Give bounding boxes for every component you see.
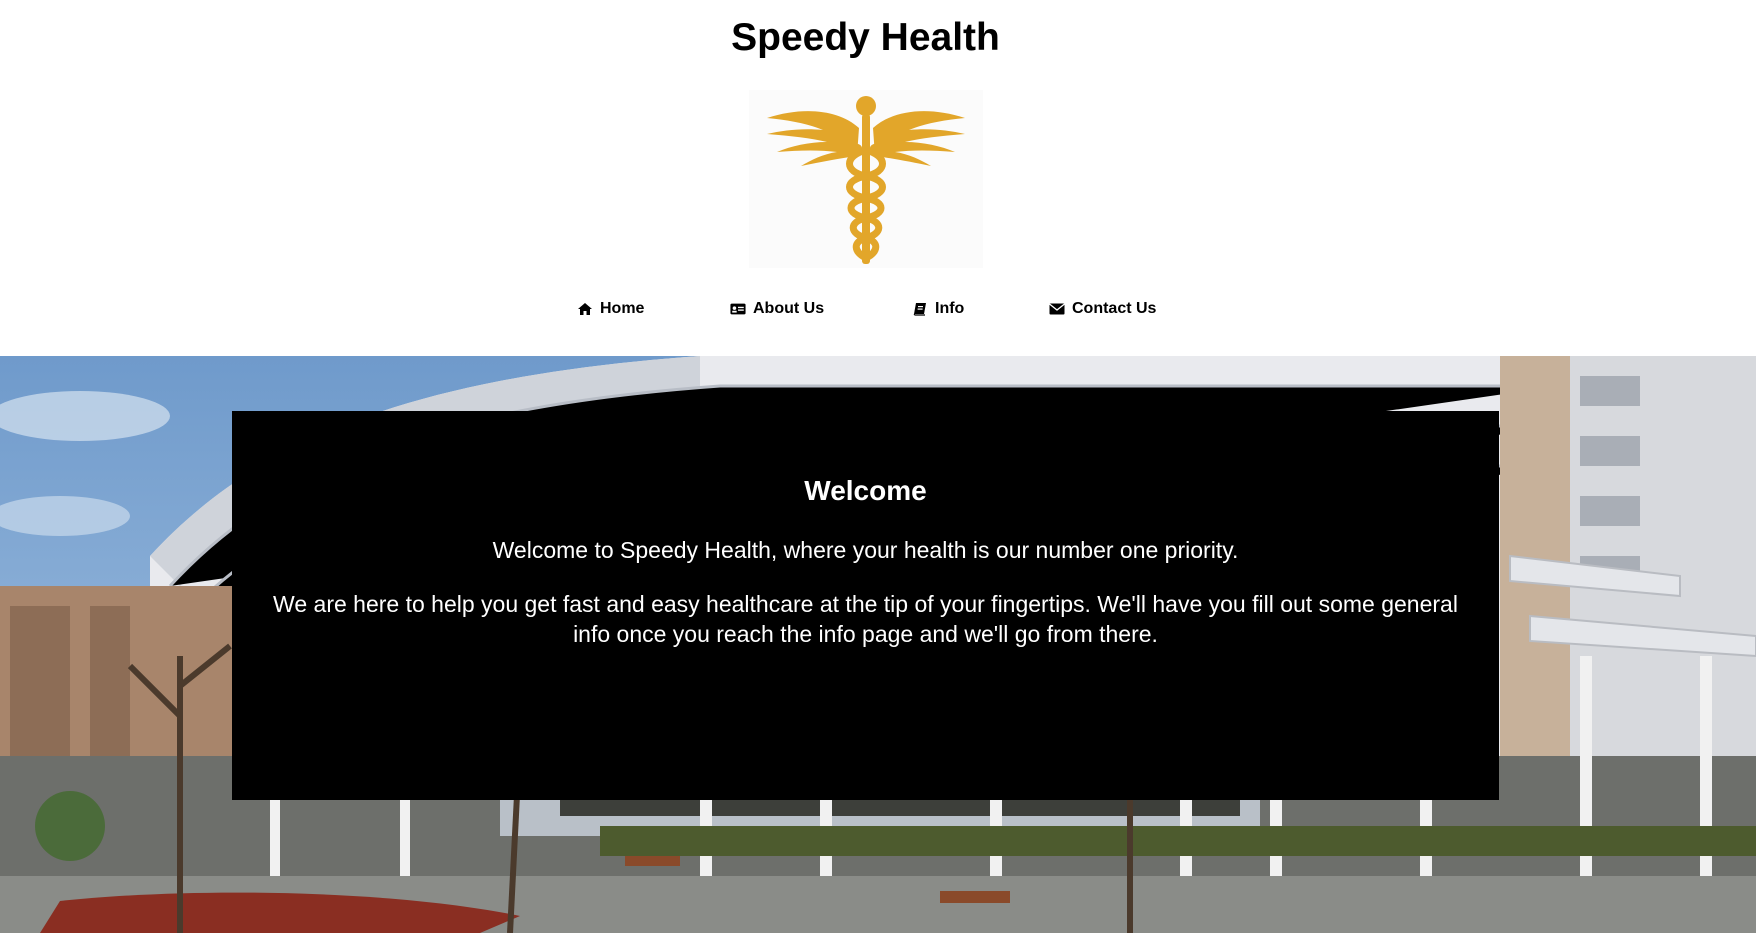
nav-contact-us[interactable]: Contact Us (1048, 300, 1156, 318)
nav-info[interactable]: Info (911, 300, 964, 318)
nav-contact-us-label: Contact Us (1072, 300, 1157, 317)
welcome-panel: Welcome Welcome to Speedy Health, where … (232, 411, 1499, 800)
nav-info-label: Info (935, 300, 965, 317)
site-header: Speedy Health Home About Us Info Contact… (0, 0, 1756, 356)
welcome-description-text: We are here to help you get fast and eas… (273, 591, 1458, 647)
book-icon (911, 302, 929, 316)
nav-home[interactable]: Home (576, 300, 644, 318)
nav-home-label: Home (600, 300, 645, 317)
site-title: Speedy Health (731, 16, 1000, 59)
caduceus-icon (749, 90, 983, 268)
hero-section: Welcome Welcome to Speedy Health, where … (0, 356, 1756, 933)
nav-about-us[interactable]: About Us (729, 300, 824, 318)
envelope-icon (1048, 302, 1066, 316)
welcome-heading: Welcome (804, 475, 927, 506)
welcome-intro-text: Welcome to Speedy Health, where your hea… (492, 537, 1239, 563)
nav-about-us-label: About Us (753, 300, 825, 317)
home-icon (576, 302, 594, 316)
id-card-icon (729, 302, 747, 316)
